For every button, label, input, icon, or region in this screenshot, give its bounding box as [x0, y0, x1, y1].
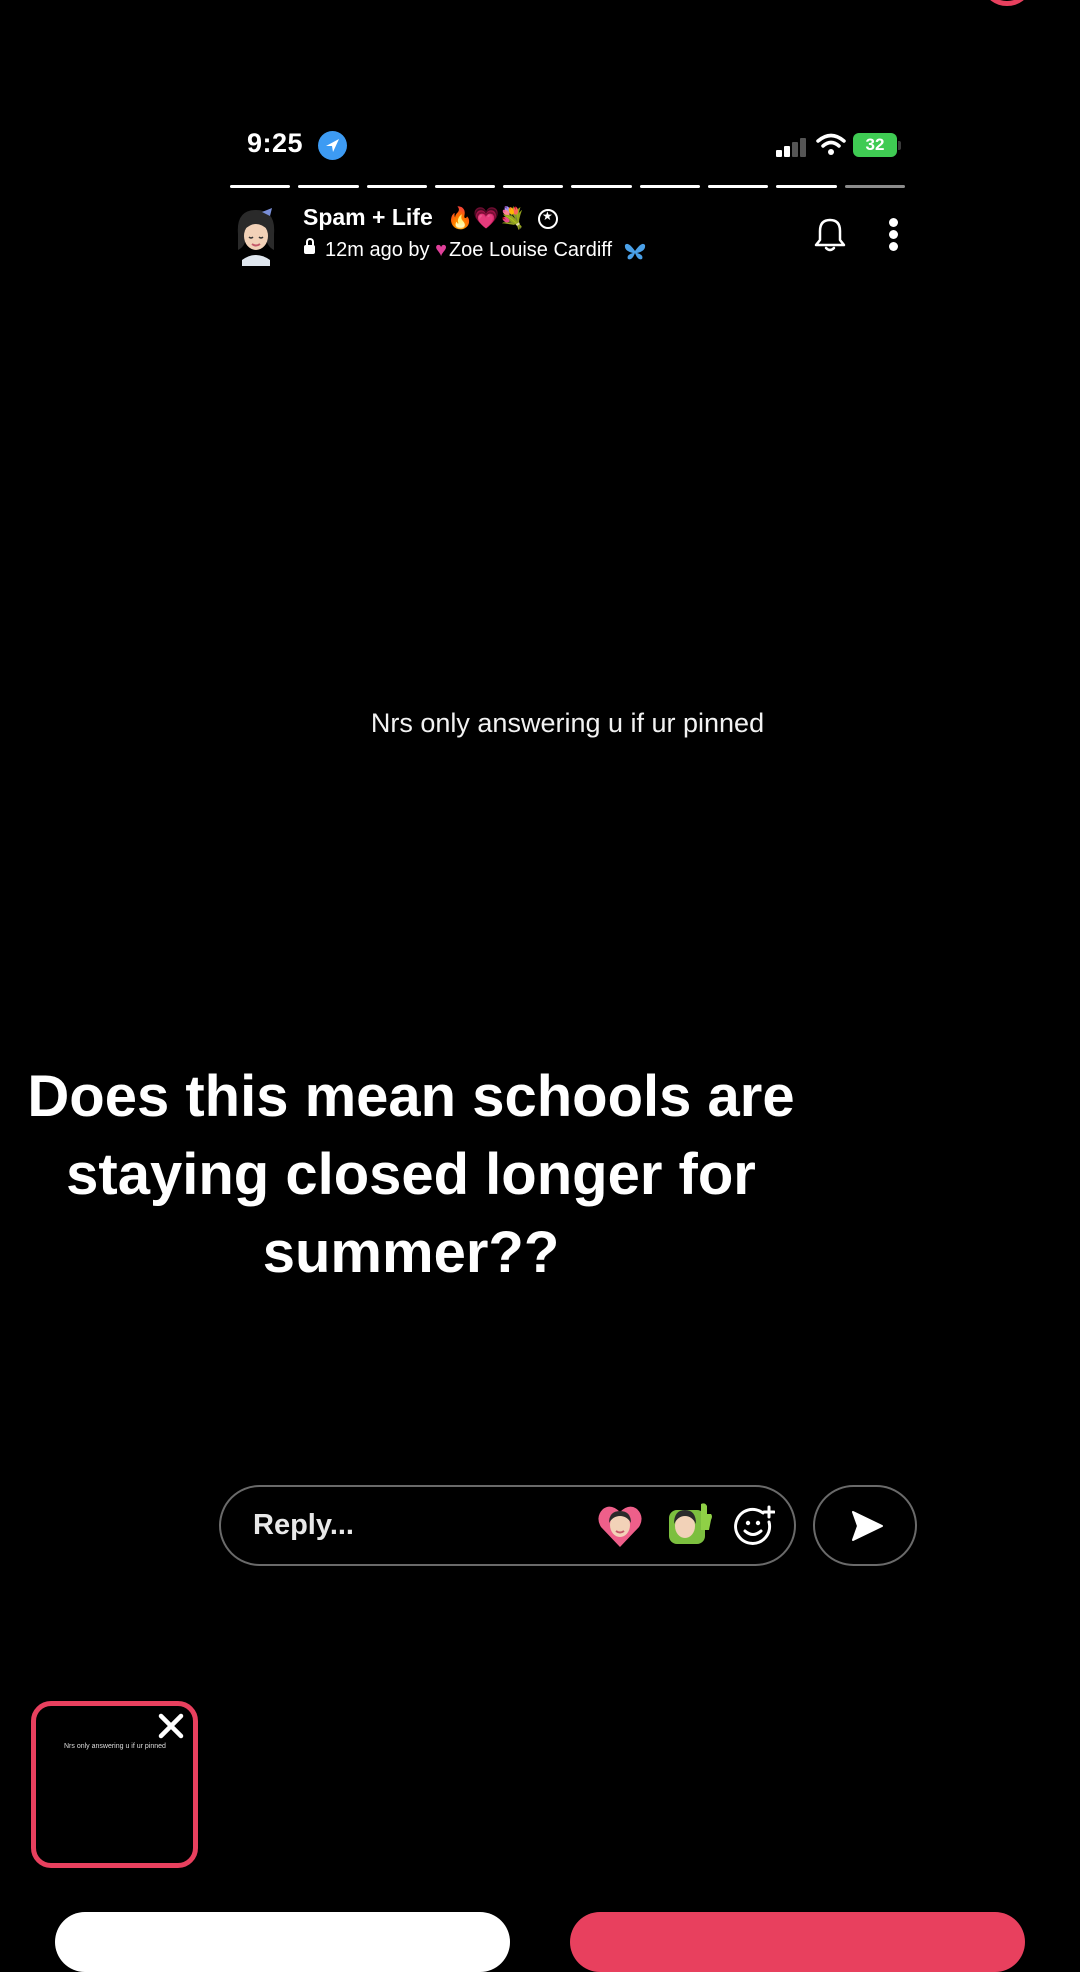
thumbnail-caption: Nrs only answering u if ur pinned: [64, 1743, 166, 1750]
progress-segment: [639, 185, 701, 188]
record-indicator: [985, 0, 1029, 6]
story-progress-bar: [230, 185, 905, 188]
progress-segment: [434, 185, 496, 188]
close-icon[interactable]: [156, 1711, 186, 1741]
lock-icon: [304, 238, 315, 255]
location-arrow-icon: [318, 131, 347, 160]
progress-segment: [776, 185, 837, 188]
more-vertical-icon[interactable]: [887, 218, 899, 252]
signal-icon: [776, 137, 808, 157]
story-title: Spam + Life: [303, 204, 433, 230]
story-title-row[interactable]: Spam + Life 🔥💗💐: [303, 204, 558, 231]
bell-icon[interactable]: [813, 217, 847, 253]
progress-segment: [503, 185, 564, 188]
progress-segment: [230, 185, 291, 188]
reply-placeholder: Reply...: [253, 1509, 354, 1541]
bitmoji-heart-reaction[interactable]: [597, 1503, 643, 1549]
status-time: 9:25: [247, 128, 304, 158]
send-icon: [852, 1511, 883, 1541]
battery-indicator: 32: [853, 133, 897, 157]
overlay-line-2: staying closed longer for: [66, 1142, 756, 1207]
battery-nub: [898, 141, 901, 150]
bottom-primary-button[interactable]: [570, 1912, 1025, 1972]
butterfly-icon: [624, 239, 646, 261]
story-author: Zoe Louise Cardiff: [448, 239, 613, 261]
progress-segment: [708, 185, 769, 188]
overlay-line-1: Does this mean schools are: [27, 1064, 795, 1129]
title-emojis: 🔥💗💐: [447, 207, 526, 230]
avatar[interactable]: [232, 206, 280, 266]
progress-segment: [298, 185, 359, 188]
bitmoji-thumbs-up-reaction[interactable]: [667, 1500, 713, 1546]
progress-segment: [571, 185, 632, 188]
overlay-line-3: summer??: [262, 1220, 560, 1285]
overlay-question: Does this mean schools are staying close…: [0, 1058, 822, 1292]
progress-segment: [366, 185, 427, 188]
bottom-secondary-button[interactable]: [55, 1912, 510, 1972]
story-meta: 12m ago by ♥ Zoe Louise Cardiff: [304, 238, 646, 262]
wifi-icon: [816, 132, 846, 156]
emoji-add-icon[interactable]: [733, 1505, 776, 1547]
story-caption: Nrs only answering u if ur pinned: [370, 708, 765, 738]
heart-icon: ♥: [435, 239, 447, 261]
send-button[interactable]: [813, 1485, 917, 1566]
progress-segment: [844, 185, 905, 188]
story-meta-time: 12m ago by: [325, 239, 430, 261]
star-badge-icon: [537, 208, 558, 229]
